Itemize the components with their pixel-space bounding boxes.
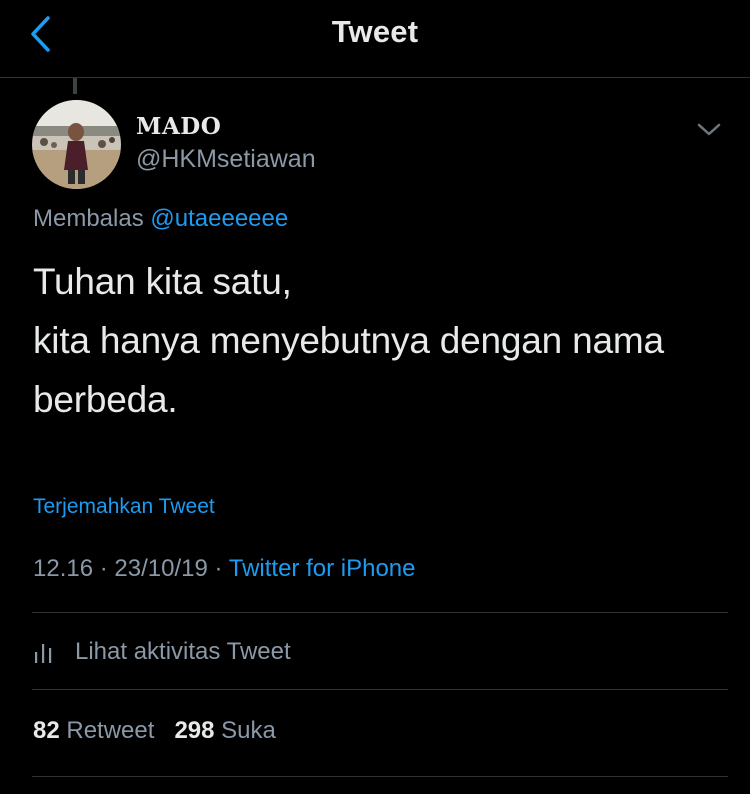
retweet-label: Retweet: [66, 717, 155, 744]
retweets-stat[interactable]: 82 Retweet: [33, 717, 161, 744]
view-tweet-activity-button[interactable]: Lihat aktivitas Tweet: [33, 632, 291, 672]
author-handle[interactable]: @HKMsetiawan: [136, 145, 316, 174]
likes-stat[interactable]: 298 Suka: [174, 717, 275, 744]
divider: [32, 776, 728, 777]
avatar[interactable]: [32, 100, 121, 189]
divider: [32, 612, 728, 613]
engagement-stats: 82 Retweet 298 Suka: [33, 717, 276, 745]
translate-tweet-link[interactable]: Terjemahkan Tweet: [33, 495, 215, 519]
tweet-text: Tuhan kita satu, kita hanya menyebutnya …: [33, 261, 664, 420]
reply-mention-link[interactable]: @utaeeeeee: [150, 205, 288, 232]
tweet-metadata: 12.16 · 23/10/19 · Twitter for iPhone: [33, 555, 415, 583]
retweet-count: 82: [33, 717, 60, 744]
top-navigation-bar: Tweet: [0, 0, 750, 78]
author-display-name[interactable]: MADO: [136, 113, 221, 140]
thread-connector-line: [73, 78, 77, 94]
activity-label: Lihat aktivitas Tweet: [75, 638, 291, 665]
divider: [32, 689, 728, 690]
reply-prefix: Membalas: [33, 205, 144, 232]
separator: ·: [99, 555, 108, 582]
separator: ·: [214, 555, 223, 582]
bar-chart-icon: [33, 639, 55, 665]
avatar-photo: [32, 100, 121, 189]
like-label: Suka: [221, 717, 276, 744]
like-count: 298: [174, 717, 215, 744]
chevron-down-icon: [697, 123, 721, 136]
page-title: Tweet: [331, 14, 419, 49]
tweet-date: 23/10/19: [114, 555, 208, 582]
more-options-button[interactable]: [694, 118, 724, 142]
tweet-time: 12.16: [33, 555, 94, 582]
reply-context: Membalas @utaeeeeee: [33, 205, 288, 233]
tweet-source-link[interactable]: Twitter for iPhone: [229, 555, 416, 582]
